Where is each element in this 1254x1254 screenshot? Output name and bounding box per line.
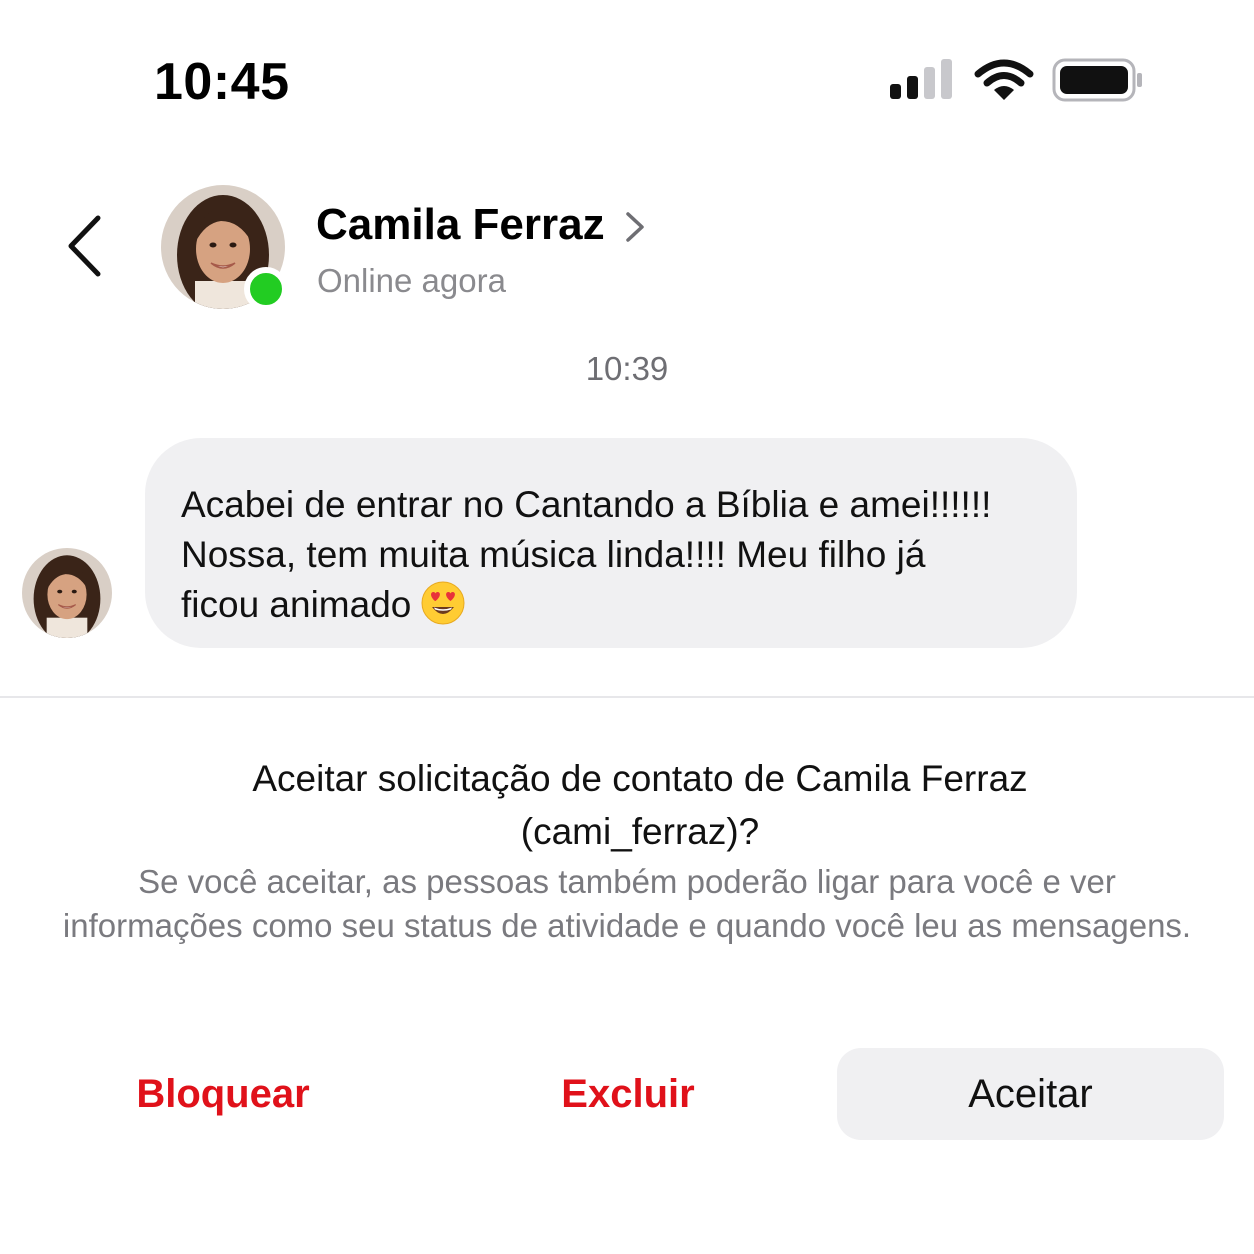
request-actions: Bloquear Excluir Aceitar [0, 1048, 1254, 1140]
request-title: Aceitar solicitação de contato de Camila… [252, 758, 1028, 852]
conversation-header: Camila Ferraz Online agora [0, 170, 1254, 320]
message-timestamp: 10:39 [585, 350, 669, 387]
contact-profile-link[interactable]: Camila Ferraz [316, 200, 647, 250]
message-line: Nossa, tem muita música linda!!!! Meu fi… [181, 534, 926, 575]
message-line: ficou animado [181, 580, 1047, 630]
wifi-icon [974, 59, 1034, 100]
delete-button[interactable]: Excluir [465, 1048, 791, 1140]
online-status-indicator [244, 267, 288, 311]
status-time: 10:45 [154, 53, 290, 111]
battery-icon [1052, 58, 1142, 102]
request-description: Se você aceitar, as pessoas também poder… [62, 863, 1192, 944]
message-line-text: ficou animado [181, 584, 412, 625]
chevron-right-icon [625, 212, 644, 242]
cellular-signal-icon [890, 59, 952, 99]
contact-status: Online agora [317, 262, 506, 299]
message-bubble[interactable]: Acabei de entrar no Cantando a Bíblia e … [145, 438, 1077, 648]
section-divider [0, 696, 1254, 698]
message-text: Acabei de entrar no Cantando a Bíblia e … [181, 480, 1047, 630]
sender-avatar[interactable] [22, 548, 112, 638]
message-line: Acabei de entrar no Cantando a Bíblia e … [181, 484, 992, 525]
block-button[interactable]: Bloquear [60, 1048, 386, 1140]
accept-button[interactable]: Aceitar [837, 1048, 1224, 1140]
status-bar: 10:45 [0, 0, 1254, 160]
contact-name: Camila Ferraz [316, 200, 605, 249]
back-button[interactable] [58, 210, 110, 282]
chevron-left-icon [68, 215, 101, 277]
heart-eyes-emoji-icon [421, 581, 465, 625]
